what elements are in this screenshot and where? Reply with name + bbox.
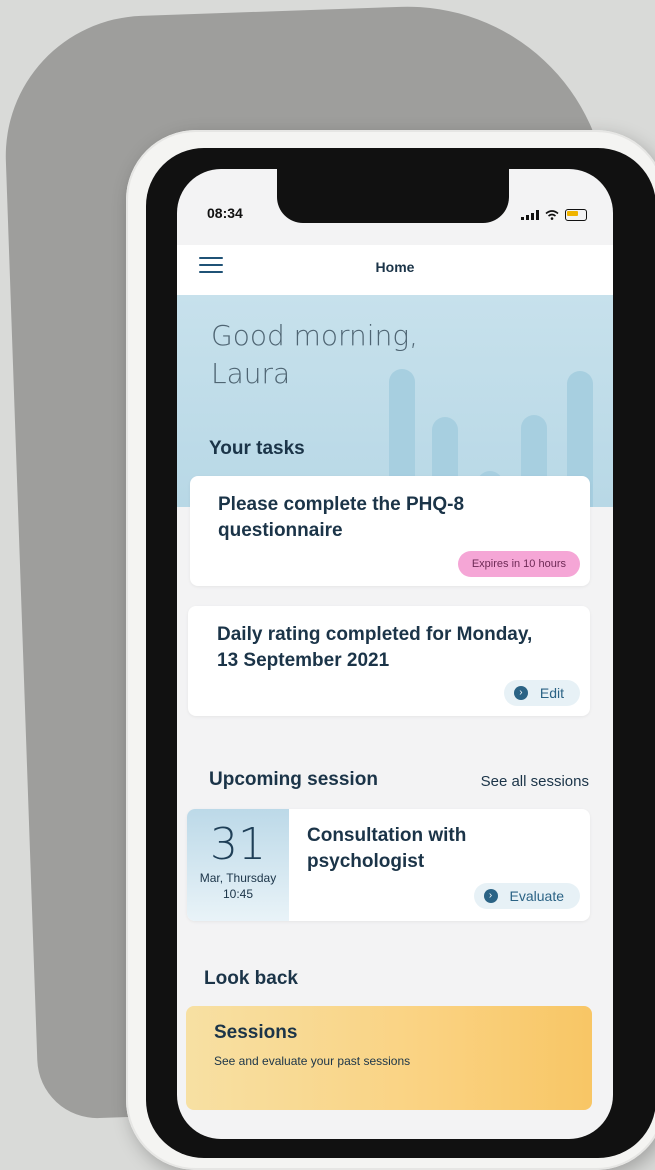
task-card-questionnaire[interactable]: Please complete the PHQ-8 questionnaire … — [190, 476, 590, 586]
session-weekday: Mar, Thursday — [199, 871, 277, 885]
phone-notch — [277, 169, 509, 223]
greeting: Good morning, Laura — [211, 317, 418, 393]
look-back-heading: Look back — [204, 968, 298, 989]
evaluate-label: Evaluate — [509, 888, 564, 904]
session-title-line: Consultation with — [307, 825, 467, 846]
task-title-line: 13 September 2021 — [217, 650, 390, 671]
arrow-right-icon: › — [513, 686, 528, 700]
app-screen: 08:34 Home Good morning, Laura Your task… — [177, 169, 613, 1139]
phone-bezel: 08:34 Home Good morning, Laura Your task… — [146, 148, 655, 1158]
sessions-card-title: Sessions — [214, 1022, 298, 1043]
greeting-name: Laura — [211, 357, 291, 390]
task-card-daily-rating[interactable]: Daily rating completed for Monday, 13 Se… — [188, 606, 590, 716]
session-card[interactable]: 31 Mar, Thursday 10:45 Consultation with… — [187, 809, 590, 921]
battery-icon — [565, 209, 587, 221]
sessions-card[interactable]: Sessions See and evaluate your past sess… — [186, 1006, 592, 1110]
arrow-right-icon: › — [483, 889, 498, 903]
tasks-heading: Your tasks — [209, 438, 305, 459]
top-bar: Home — [177, 245, 613, 295]
session-date: 31 Mar, Thursday 10:45 — [187, 809, 289, 921]
status-time: 08:34 — [207, 205, 243, 221]
phone-frame: 08:34 Home Good morning, Laura Your task… — [126, 130, 655, 1170]
upcoming-session-heading: Upcoming session — [209, 769, 378, 790]
task-title-line: questionnaire — [218, 520, 343, 541]
session-title-line: psychologist — [307, 851, 425, 872]
signal-icon — [521, 210, 539, 220]
wifi-icon — [545, 210, 559, 220]
page-title: Home — [375, 259, 415, 275]
sessions-card-subtitle: See and evaluate your past sessions — [214, 1054, 411, 1068]
status-icons — [521, 209, 587, 221]
task-title-line: Daily rating completed for Monday, — [217, 624, 533, 645]
session-time: 10:45 — [222, 887, 254, 901]
task-title: Please complete the PHQ-8 questionnaire — [218, 492, 464, 544]
session-title: Consultation with psychologist — [307, 823, 466, 875]
evaluate-button[interactable]: › Evaluate — [473, 883, 580, 909]
task-title-line: Please complete the PHQ-8 — [218, 494, 465, 515]
edit-button[interactable]: › Edit — [503, 680, 580, 706]
edit-label: Edit — [539, 685, 564, 701]
see-all-sessions-link[interactable]: See all sessions — [481, 773, 589, 790]
greeting-line: Good morning, — [211, 319, 419, 352]
session-day: 31 — [210, 819, 266, 870]
task-title: Daily rating completed for Monday, 13 Se… — [217, 622, 532, 674]
expires-badge: Expires in 10 hours — [457, 551, 580, 577]
